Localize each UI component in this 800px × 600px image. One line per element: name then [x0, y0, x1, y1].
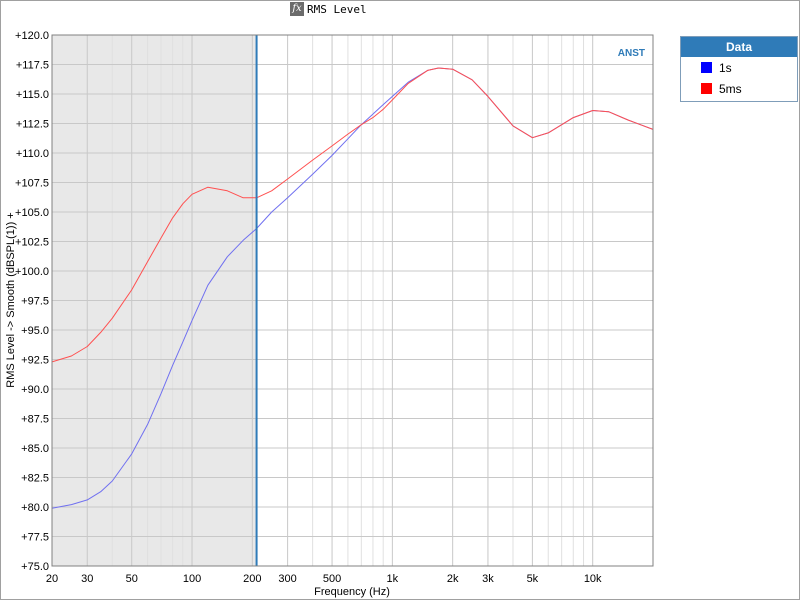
legend-item-5ms[interactable]: 5ms: [681, 78, 797, 99]
x-tick-label: 50: [126, 573, 138, 585]
y-tick-label: +107.5: [15, 178, 49, 190]
x-tick-label: 30: [81, 573, 93, 585]
y-tick-label: +85.0: [21, 443, 49, 455]
anst-annotation[interactable]: ANST: [618, 48, 645, 59]
x-axis-label: Frequency (Hz): [314, 586, 390, 598]
x-axis-ticks: 20 30 50 100 200 300 500 1k 2k 3k 5k 10k: [46, 573, 602, 585]
legend-header: Data: [681, 37, 797, 57]
x-tick-label: 3k: [482, 573, 494, 585]
y-tick-label: +87.5: [21, 414, 49, 426]
y-tick-label: +97.5: [21, 296, 49, 308]
legend-swatch-1s: [701, 62, 712, 73]
y-tick-label: +117.5: [16, 60, 49, 72]
y-tick-label: +105.0: [15, 207, 49, 219]
y-tick-label: +100.0: [15, 266, 49, 278]
y-tick-label: +92.5: [21, 355, 49, 367]
y-tick-label: +77.5: [21, 532, 49, 544]
y-axis-label: RMS Level -> Smooth (dBSPL(1)) +: [5, 212, 17, 387]
y-tick-label: +102.5: [15, 237, 49, 249]
legend-panel: Data 1s 5ms: [680, 36, 798, 102]
x-tick-label: 20: [46, 573, 58, 585]
y-tick-label: +95.0: [21, 325, 49, 337]
x-tick-label: 500: [323, 573, 341, 585]
legend-label-5ms: 5ms: [719, 81, 742, 96]
y-tick-label: +75.0: [21, 561, 49, 573]
x-tick-label: 200: [243, 573, 261, 585]
y-axis-ticks: +75.0 +77.5 +80.0 +82.5 +85.0 +87.5 +90.0 +92.5…: [15, 30, 49, 573]
y-tick-label: +90.0: [21, 384, 49, 396]
legend-label-1s: 1s: [719, 60, 732, 75]
y-tick-label: +115.0: [16, 89, 49, 101]
x-tick-label: 100: [183, 573, 201, 585]
y-tick-label: +110.0: [16, 148, 49, 160]
y-tick-label: +82.5: [21, 473, 49, 485]
legend-item-1s[interactable]: 1s: [681, 57, 797, 78]
x-tick-label: 5k: [527, 573, 539, 585]
x-tick-label: 300: [278, 573, 296, 585]
legend-swatch-5ms: [701, 83, 712, 94]
y-tick-label: +80.0: [21, 502, 49, 514]
x-tick-label: 2k: [447, 573, 459, 585]
y-tick-label: +112.5: [16, 119, 49, 131]
y-tick-label: +120.0: [15, 30, 49, 42]
x-tick-label: 1k: [387, 573, 399, 585]
x-tick-label: 10k: [584, 573, 602, 585]
